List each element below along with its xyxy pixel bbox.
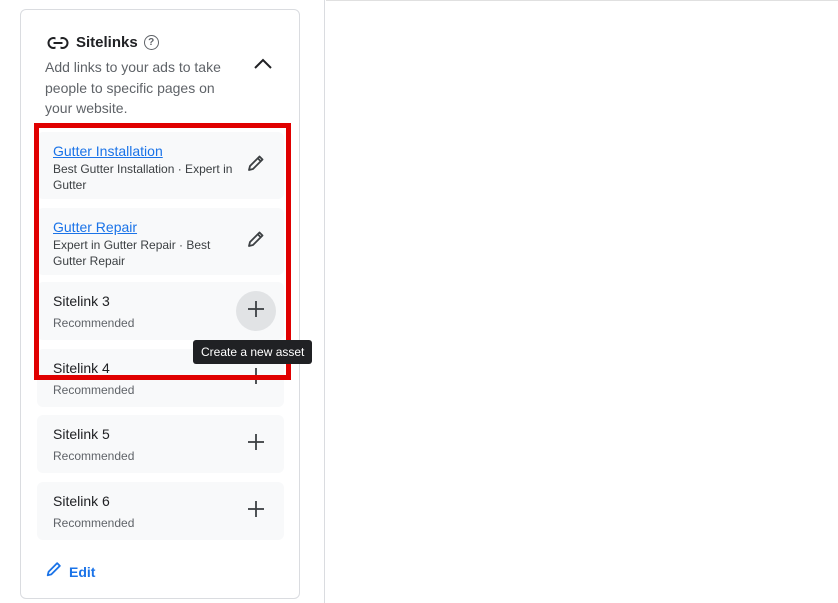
sitelink-item-5: Sitelink 5 Recommended xyxy=(37,415,284,473)
sitelink-item-3: Sitelink 3 Recommended xyxy=(37,282,284,340)
add-sitelink-button[interactable] xyxy=(236,424,276,464)
left-pane: Sitelinks ? Add links to your ads to tak… xyxy=(0,0,325,603)
recommended-label: Recommended xyxy=(53,383,135,397)
tooltip: Create a new asset xyxy=(193,340,313,364)
recommended-label: Recommended xyxy=(53,449,135,463)
sitelink-description: Expert in Gutter Repair · Best Gutter Re… xyxy=(53,238,211,268)
edit-sitelinks-button[interactable]: Edit xyxy=(45,560,95,583)
sitelink-item-1: Gutter Installation Best Gutter Installa… xyxy=(37,132,284,199)
sitelinks-card: Sitelinks ? Add links to your ads to tak… xyxy=(20,9,300,599)
sitelink-title: Sitelink 4 xyxy=(53,360,110,376)
collapse-button[interactable] xyxy=(249,52,277,80)
sitelink-item-6: Sitelink 6 Recommended xyxy=(37,482,284,540)
plus-icon xyxy=(247,367,265,390)
link-icon xyxy=(47,36,69,50)
sitelink-title: Sitelink 6 xyxy=(53,493,110,509)
add-sitelink-button[interactable] xyxy=(236,291,276,331)
chevron-up-icon xyxy=(253,57,273,75)
sitelink-description: Best Gutter Installation · Expert in Gut… xyxy=(53,162,233,192)
edit-sitelink-button[interactable] xyxy=(236,222,276,262)
recommended-label: Recommended xyxy=(53,516,135,530)
plus-icon xyxy=(247,433,265,456)
card-description: Add links to your ads to take people to … xyxy=(45,59,221,116)
top-divider xyxy=(326,0,838,1)
add-sitelink-button[interactable] xyxy=(236,358,276,398)
card-title: Sitelinks xyxy=(76,34,138,51)
plus-icon xyxy=(247,500,265,523)
sitelink-title: Sitelink 3 xyxy=(53,293,110,309)
plus-icon xyxy=(247,300,265,323)
edit-label: Edit xyxy=(69,563,96,580)
sitelink-title-link[interactable]: Gutter Repair xyxy=(53,219,137,235)
sitelink-title: Sitelink 5 xyxy=(53,426,110,442)
pencil-icon xyxy=(246,229,266,254)
pencil-icon xyxy=(246,153,266,178)
recommended-label: Recommended xyxy=(53,316,135,330)
sitelink-title-link[interactable]: Gutter Installation xyxy=(53,143,163,159)
edit-sitelink-button[interactable] xyxy=(236,146,276,186)
sitelink-item-2: Gutter Repair Expert in Gutter Repair · … xyxy=(37,208,284,275)
pencil-icon xyxy=(45,560,63,583)
add-sitelink-button[interactable] xyxy=(236,491,276,531)
help-icon[interactable]: ? xyxy=(143,35,159,50)
card-header: Sitelinks ? xyxy=(47,34,159,51)
